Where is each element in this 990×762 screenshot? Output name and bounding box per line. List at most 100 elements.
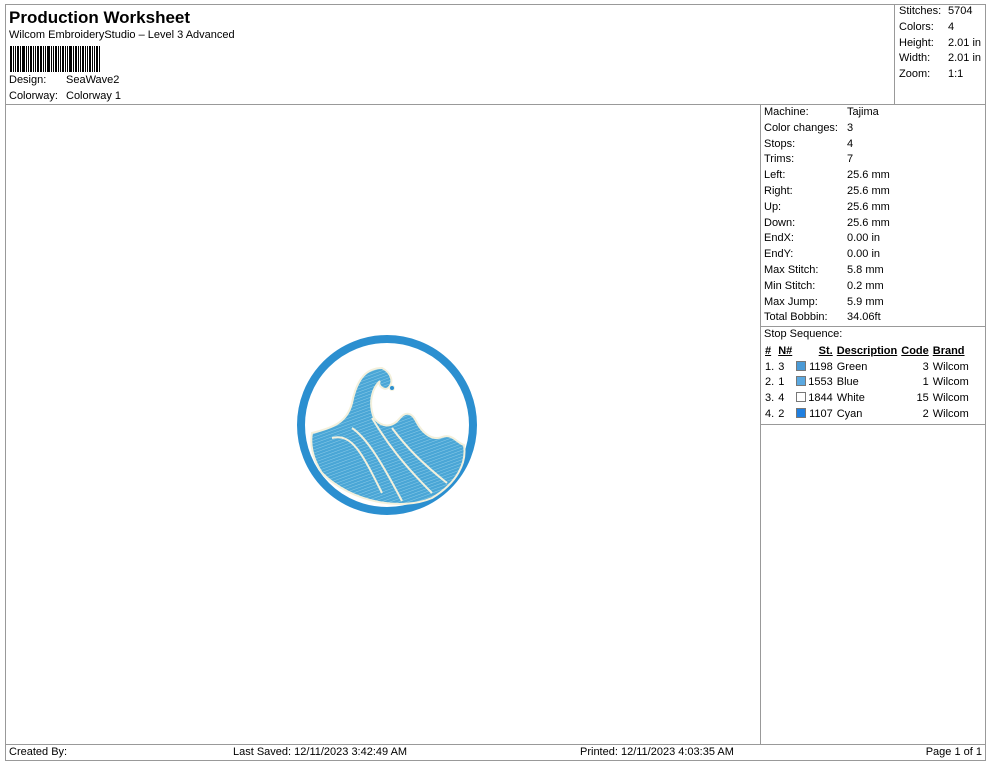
stop-sequence-title: Stop Sequence: (764, 328, 843, 341)
thread-brand: Wilcom (932, 360, 969, 373)
stat-value: 2.01 in (948, 36, 982, 49)
barcode-bar (65, 46, 66, 72)
info-value: 0.00 in (847, 248, 881, 261)
barcode-bar (53, 46, 54, 72)
stop-index: 1. (765, 360, 775, 373)
info-row: EndX: 0.00 in (761, 231, 986, 247)
stop-sequence: Stop Sequence: # N# St. Description Code Bran… (761, 327, 986, 425)
stat-value: 4 (948, 20, 955, 33)
color-swatch (796, 376, 807, 387)
info-row: Right: 25.6 mm (761, 184, 986, 200)
color-code: 15 (916, 392, 929, 405)
info-row: Up: 25.6 mm (761, 200, 986, 216)
info-label: Min Stitch: (764, 279, 816, 292)
worksheet-header: Production Worksheet Wilcom EmbroiderySt… (5, 4, 986, 105)
stat-row: Width: 2.01 in (899, 52, 981, 64)
stat-label: Height: (899, 36, 934, 49)
info-row: Max Jump: 5.9 mm (761, 295, 986, 311)
barcode-bar (99, 46, 100, 72)
colorway-value: Colorway 1 (66, 90, 122, 102)
barcode-bar (55, 46, 57, 72)
barcode-bar (26, 46, 27, 72)
stitch-count: 1844 (808, 392, 833, 405)
info-value: 25.6 mm (847, 184, 890, 197)
printed-date: Printed: 12/11/2023 4:03:35 AM (580, 746, 734, 758)
info-value: Tajima (847, 106, 879, 118)
stitch-count: 1553 (808, 376, 833, 389)
column-header: St. (818, 344, 833, 357)
column-header: Description (836, 344, 898, 357)
info-label: EndY: (764, 248, 794, 261)
stop-row: 3. 4 1844 White 15 Wilcom (763, 390, 971, 406)
stat-label: Width: (899, 52, 931, 65)
info-label: Machine: (764, 106, 809, 118)
barcode-bar (82, 46, 84, 72)
embroidery-design-preview (297, 335, 477, 515)
barcode (10, 46, 140, 72)
barcode-bar (33, 46, 34, 72)
stitch-count: 1107 (809, 408, 833, 421)
thread-brand: Wilcom (932, 392, 969, 405)
design-row: Design: SeaWave2 (9, 74, 119, 86)
machine-info: Machine: Tajima Color changes: 3 Stops: 4 Trim… (761, 105, 986, 328)
stop-row: 2. 1 1553 Blue 1 Wilcom (763, 375, 971, 391)
color-description: Blue (836, 376, 859, 389)
info-row: Trims: 7 (761, 152, 986, 168)
info-value: 0.2 mm (847, 279, 884, 292)
barcode-bar (62, 46, 64, 72)
stat-row: Colors: 4 (899, 21, 954, 33)
info-value: 25.6 mm (847, 169, 890, 182)
stat-label: Colors: (899, 20, 934, 33)
info-value: 25.6 mm (847, 200, 890, 213)
info-label: Trims: (764, 153, 795, 166)
color-swatch (796, 392, 807, 403)
info-value: 4 (847, 137, 854, 150)
barcode-bar (87, 46, 88, 72)
barcode-bar (73, 46, 74, 72)
barcode-bar (45, 46, 46, 72)
info-row: Total Bobbin: 34.06ft (761, 310, 986, 326)
needle-number: 1 (778, 376, 785, 389)
info-label: Up: (764, 200, 782, 213)
info-value: 7 (847, 153, 854, 166)
info-label: Total Bobbin: (764, 311, 828, 324)
info-label: Color changes: (764, 121, 838, 134)
barcode-bar (75, 46, 77, 72)
color-code: 3 (922, 360, 929, 373)
stop-row: 4. 2 1107 Cyan 2 Wilcom (763, 406, 971, 422)
stat-row: Height: 2.01 in (899, 37, 981, 49)
barcode-bar (85, 46, 86, 72)
info-label: EndX: (764, 232, 794, 245)
needle-number: 2 (778, 408, 785, 421)
column-header: Code (901, 344, 929, 357)
design-label: Design: (9, 74, 47, 86)
barcode-bar (28, 46, 29, 72)
info-value: 5.8 mm (847, 263, 884, 276)
barcode-bar (60, 46, 61, 72)
barcode-bar (40, 46, 42, 72)
info-row: Max Stitch: 5.8 mm (761, 263, 986, 279)
design-value: SeaWave2 (66, 74, 120, 86)
info-label: Right: (764, 184, 793, 197)
stat-label: Stitches: (899, 5, 942, 17)
barcode-bar (37, 46, 39, 72)
info-value: 25.6 mm (847, 216, 890, 229)
barcode-bar (58, 46, 59, 72)
colorway-row: Colorway: Colorway 1 (9, 90, 121, 102)
info-row: Stops: 4 (761, 137, 986, 153)
barcode-bar (96, 46, 98, 72)
info-value: 0.00 in (847, 232, 881, 245)
info-row: Down: 25.6 mm (761, 216, 986, 232)
stat-row: Zoom: 1:1 (899, 68, 963, 80)
stop-index: 3. (765, 392, 775, 405)
column-header: N# (778, 344, 793, 357)
stat-value: 2.01 in (948, 52, 982, 65)
stop-index: 4. (765, 408, 775, 421)
barcode-bar (92, 46, 93, 72)
colorway-label: Colorway: (9, 90, 58, 102)
barcode-bar (94, 46, 95, 72)
barcode-bar (69, 46, 72, 72)
barcode-bar (78, 46, 79, 72)
design-info-panel: Machine: Tajima Color changes: 3 Stops: 4 Trim… (760, 105, 986, 744)
stop-row: 1. 3 1198 Green 3 Wilcom (763, 359, 971, 375)
